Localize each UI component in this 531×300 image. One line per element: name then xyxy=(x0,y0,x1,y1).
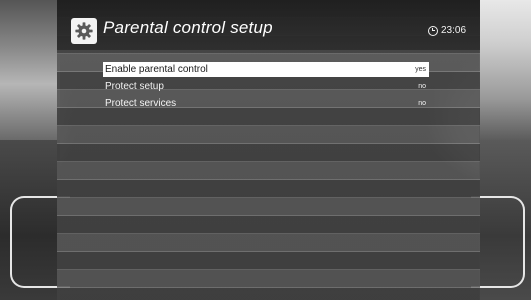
menu-item-value: no xyxy=(418,100,426,107)
menu-item-value: no xyxy=(418,83,426,90)
background-left-window xyxy=(0,0,60,140)
menu-item-label: Protect setup xyxy=(105,81,164,92)
clock-icon xyxy=(428,25,438,36)
menu-item-label: Enable parental control xyxy=(105,64,208,75)
menu-item-value: yes xyxy=(415,66,426,73)
gear-icon xyxy=(71,18,97,44)
menu-item-enable-parental-control[interactable]: Enable parental control yes xyxy=(103,62,429,77)
background-right-window xyxy=(479,0,531,140)
page-title: Parental control setup xyxy=(103,18,273,37)
menu-item-protect-setup[interactable]: Protect setup no xyxy=(103,79,429,94)
menu-item-label: Protect services xyxy=(105,98,177,109)
menu-item-protect-services[interactable]: Protect services no xyxy=(103,96,429,111)
settings-menu: Enable parental control yes Protect setu… xyxy=(103,62,429,113)
clock: 23:06 xyxy=(428,25,466,36)
clock-time: 23:06 xyxy=(441,25,467,36)
